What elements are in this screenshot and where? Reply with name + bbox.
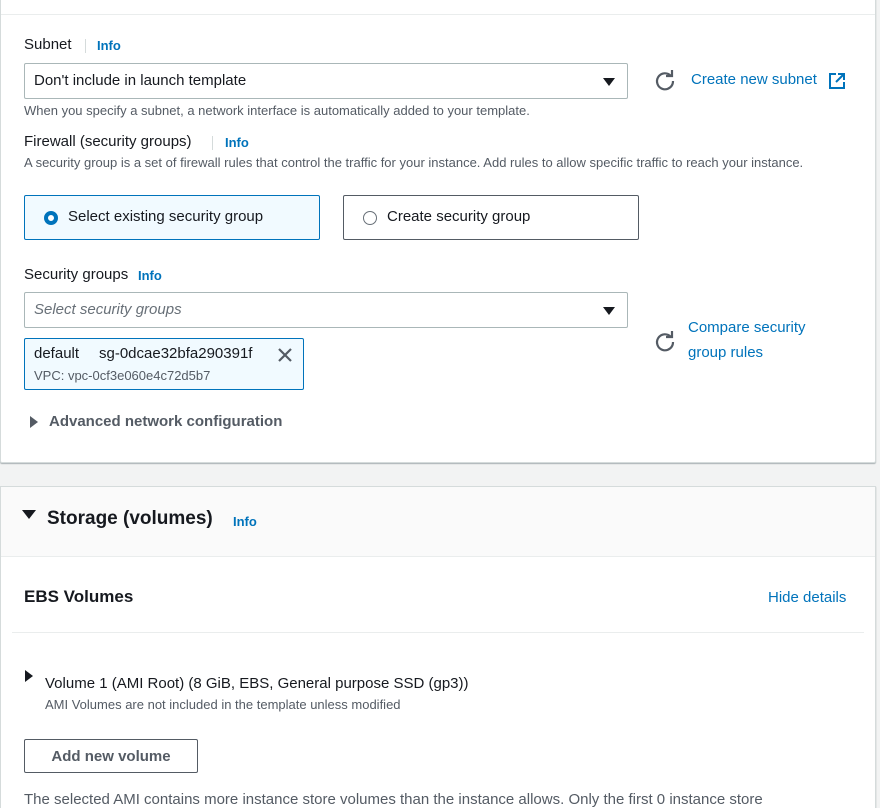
refresh-icon[interactable] xyxy=(654,70,676,92)
storage-info-link[interactable]: Info xyxy=(233,514,257,529)
token-group-name: default xyxy=(34,345,80,362)
label-divider xyxy=(212,136,213,150)
create-subnet-link[interactable]: Create new subnet xyxy=(691,71,817,88)
volume-note: AMI Volumes are not included in the temp… xyxy=(45,697,401,712)
caret-down-icon xyxy=(22,510,36,519)
compare-sg-rules-link-line2[interactable]: group rules xyxy=(688,344,763,361)
section-divider xyxy=(12,632,864,633)
select-existing-sg-label: Select existing security group xyxy=(68,208,264,225)
ebs-volumes-title: EBS Volumes xyxy=(24,587,134,606)
select-existing-sg-option[interactable]: Select existing security group xyxy=(24,195,320,240)
advanced-network-toggle[interactable]: Advanced network configuration xyxy=(30,413,282,430)
compare-sg-rules-link-line1[interactable]: Compare security xyxy=(688,319,806,336)
radio-selected-icon[interactable] xyxy=(44,211,58,225)
caret-right-icon xyxy=(30,415,38,428)
security-groups-placeholder: Select security groups xyxy=(34,301,182,318)
label-divider xyxy=(85,39,86,53)
create-sg-option[interactable]: Create security group xyxy=(343,195,639,240)
radio-unselected-icon[interactable] xyxy=(363,211,377,225)
advanced-network-label: Advanced network configuration xyxy=(49,413,283,430)
security-group-token: default sg-0dcae32bfa290391f VPC: vpc-0c… xyxy=(24,338,304,390)
subnet-select-value: Don't include in launch template xyxy=(34,72,247,89)
refresh-icon[interactable] xyxy=(654,331,676,353)
token-vpc: VPC: vpc-0cf3e060e4c72d5b7 xyxy=(34,368,211,383)
firewall-info-link[interactable]: Info xyxy=(225,135,249,150)
firewall-label: Firewall (security groups) xyxy=(24,133,192,150)
volume-expand-icon[interactable] xyxy=(25,670,33,682)
hide-details-link[interactable]: Hide details xyxy=(768,589,846,606)
instance-store-warning: The selected AMI contains more instance … xyxy=(24,791,763,808)
add-new-volume-button[interactable]: Add new volume xyxy=(24,739,198,773)
subnet-select[interactable]: Don't include in launch template xyxy=(24,63,628,99)
security-groups-select[interactable]: Select security groups xyxy=(24,292,628,328)
storage-title: Storage (volumes) xyxy=(47,508,213,529)
security-groups-label: Security groups xyxy=(24,266,129,283)
firewall-description: A security group is a set of firewall ru… xyxy=(24,155,804,170)
remove-token-icon[interactable] xyxy=(277,347,293,363)
panel-header-divider xyxy=(1,14,875,15)
caret-down-icon xyxy=(603,307,615,315)
volume-title[interactable]: Volume 1 (AMI Root) (8 GiB, EBS, General… xyxy=(45,675,469,692)
token-group-id: sg-0dcae32bfa290391f xyxy=(99,345,253,362)
create-sg-label: Create security group xyxy=(387,208,531,225)
subnet-label: Subnet xyxy=(24,36,72,53)
caret-down-icon xyxy=(603,78,615,86)
storage-collapse-toggle[interactable] xyxy=(22,510,36,519)
subnet-description: When you specify a subnet, a network int… xyxy=(24,103,530,118)
subnet-info-link[interactable]: Info xyxy=(97,38,121,53)
external-link-icon xyxy=(829,73,845,89)
security-groups-info-link[interactable]: Info xyxy=(138,268,162,283)
